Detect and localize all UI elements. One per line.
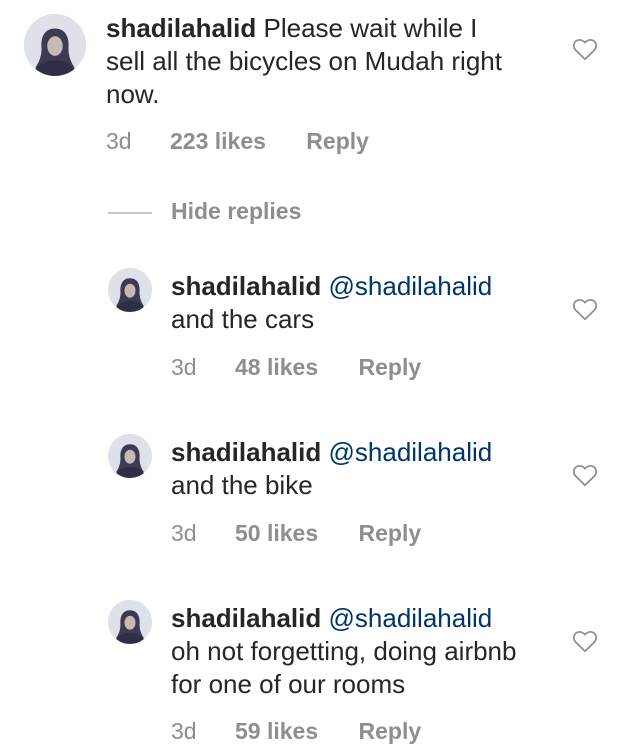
comment-meta: 3d 48 likes Reply bbox=[171, 354, 421, 381]
divider bbox=[108, 212, 152, 214]
avatar-icon[interactable] bbox=[24, 14, 86, 76]
mention-link[interactable]: @shadilahalid bbox=[329, 437, 493, 467]
heart-outline-icon[interactable] bbox=[572, 629, 598, 653]
reply-button[interactable]: Reply bbox=[306, 128, 369, 155]
heart-outline-icon[interactable] bbox=[572, 37, 598, 61]
hide-replies-label: Hide replies bbox=[171, 198, 302, 224]
likes-count[interactable]: 50 likes bbox=[235, 520, 318, 547]
mention-link[interactable]: @shadilahalid bbox=[329, 603, 493, 633]
hide-replies-button[interactable]: Hide replies bbox=[108, 196, 428, 230]
heart-outline-icon[interactable] bbox=[572, 463, 598, 487]
comment-meta: 3d 50 likes Reply bbox=[171, 520, 421, 547]
comment-text: oh not forgetting, doing airbnb for one … bbox=[171, 636, 517, 699]
avatar-icon[interactable] bbox=[108, 268, 152, 312]
comment-text-block: shadilahalid @shadilahalid and the cars bbox=[171, 270, 531, 336]
reply-button[interactable]: Reply bbox=[359, 718, 422, 745]
timestamp: 3d bbox=[171, 354, 197, 380]
username[interactable]: shadilahalid bbox=[171, 603, 321, 633]
avatar-icon[interactable] bbox=[108, 434, 152, 478]
comment-meta: 3d 223 likes Reply bbox=[106, 128, 369, 155]
comment-text-block: shadilahalid @shadilahalid oh not forget… bbox=[171, 602, 531, 701]
reply-button[interactable]: Reply bbox=[359, 354, 422, 381]
username[interactable]: shadilahalid bbox=[171, 437, 321, 467]
avatar-icon[interactable] bbox=[108, 600, 152, 644]
username[interactable]: shadilahalid bbox=[171, 271, 321, 301]
comment-text-block: shadilahalid @shadilahalid and the bike bbox=[171, 436, 531, 502]
likes-count[interactable]: 48 likes bbox=[235, 354, 318, 381]
timestamp: 3d bbox=[171, 520, 197, 546]
reply-button[interactable]: Reply bbox=[359, 520, 422, 547]
heart-outline-icon[interactable] bbox=[572, 297, 598, 321]
comment-meta: 3d 59 likes Reply bbox=[171, 718, 421, 745]
mention-link[interactable]: @shadilahalid bbox=[329, 271, 493, 301]
comment-text-block: shadilahalid Please wait while I sell al… bbox=[106, 12, 506, 111]
username[interactable]: shadilahalid bbox=[106, 13, 256, 43]
timestamp: 3d bbox=[171, 718, 197, 744]
timestamp: 3d bbox=[106, 128, 132, 154]
likes-count[interactable]: 223 likes bbox=[170, 128, 266, 155]
likes-count[interactable]: 59 likes bbox=[235, 718, 318, 745]
comment-text: and the bike bbox=[171, 470, 313, 500]
comment-text: and the cars bbox=[171, 304, 315, 334]
